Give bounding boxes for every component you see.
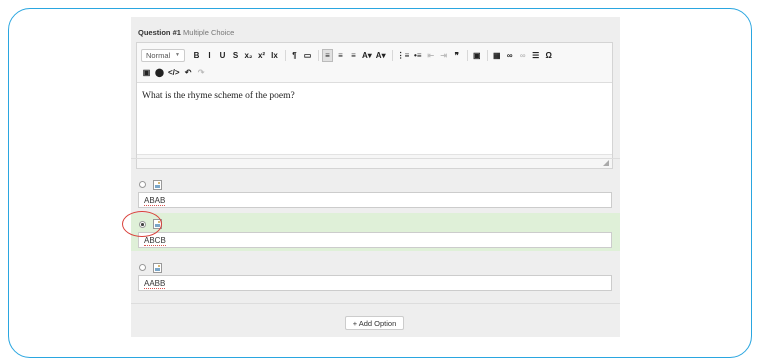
format-dropdown[interactable]: Normal ▼	[141, 48, 185, 62]
image-icon[interactable]	[153, 180, 162, 190]
toolbar-row-1: Normal ▼ B I U Sx₂ x² Ix ¶ ▭ ≡ ≡ ≡ A▾ A▾ ⋮≡ •≡ ⇤ ⇥ ❞ ▣ ▦ ∞ ∞ ☰…	[141, 48, 556, 62]
indent-button[interactable]: ⇥	[438, 49, 449, 62]
toolbar-separator	[318, 49, 319, 61]
text-color-button[interactable]: A▾	[361, 49, 373, 62]
subscript-button[interactable]: x₂	[243, 49, 254, 62]
superscript-button[interactable]: x²	[256, 49, 267, 62]
bullet-list-button[interactable]: •≡	[412, 49, 423, 62]
option-input[interactable]: AABB	[138, 275, 612, 291]
option-row-selected: ABCB	[131, 213, 620, 251]
horizontal-rule-button[interactable]: ☰	[530, 49, 541, 62]
image-button[interactable]: ▣	[471, 49, 482, 62]
link-button[interactable]: ∞	[504, 49, 515, 62]
divider	[131, 303, 620, 304]
align-right-button[interactable]: ≡	[348, 49, 359, 62]
blockquote-button[interactable]: ❞	[451, 49, 462, 62]
chevron-down-icon: ▼	[175, 52, 180, 58]
remove-format-button[interactable]: Ix	[269, 49, 280, 62]
editor-footer	[137, 154, 612, 168]
toolbar-separator	[467, 49, 469, 61]
align-left-button[interactable]: ≡	[322, 48, 333, 62]
paste-button[interactable]: ▭	[302, 49, 313, 62]
image-icon[interactable]	[153, 263, 162, 273]
question-type: Multiple Choice	[183, 28, 235, 37]
editor-toolbar: Normal ▼ B I U Sx₂ x² Ix ¶ ▭ ≡ ≡ ≡ A▾ A▾ ⋮≡ •≡ ⇤ ⇥ ❞ ▣ ▦ ∞ ∞ ☰…	[137, 43, 612, 83]
question-number: Question #1	[138, 28, 181, 37]
toolbar-separator	[391, 49, 393, 61]
align-center-button[interactable]: ≡	[335, 49, 346, 62]
option-radio[interactable]	[139, 181, 146, 188]
option-radio[interactable]	[139, 264, 146, 271]
divider	[131, 158, 620, 159]
redo-button[interactable]: ↷	[196, 66, 207, 79]
outdent-button[interactable]: ⇤	[425, 49, 436, 62]
bg-color-button[interactable]: A▾	[375, 49, 387, 62]
circle-button[interactable]: ⬤	[154, 66, 165, 79]
option-input[interactable]: ABAB	[138, 192, 612, 208]
option-input[interactable]: ABCB	[138, 232, 612, 248]
rich-text-editor: Normal ▼ B I U Sx₂ x² Ix ¶ ▭ ≡ ≡ ≡ A▾ A▾ ⋮≡ •≡ ⇤ ⇥ ❞ ▣ ▦ ∞ ∞ ☰…	[136, 42, 613, 169]
option-row: ABAB	[131, 177, 620, 213]
editor-content[interactable]: What is the rhyme scheme of the poem?	[142, 91, 295, 101]
source-button[interactable]: </>	[167, 66, 181, 79]
option-row: AABB	[131, 260, 620, 294]
underline-button[interactable]: U	[217, 49, 228, 62]
strikethrough-button[interactable]: S	[230, 49, 241, 62]
undo-button[interactable]: ↶	[183, 66, 194, 79]
unlink-button[interactable]: ∞	[517, 49, 528, 62]
add-option-button[interactable]: + Add Option	[345, 316, 404, 330]
table-button[interactable]: ▦	[491, 49, 502, 62]
toolbar-separator	[285, 49, 286, 61]
paragraph-format-button[interactable]: ¶	[289, 49, 300, 62]
bold-button[interactable]: B	[191, 49, 202, 62]
media-button[interactable]: ▣	[141, 66, 152, 79]
special-char-button[interactable]: Ω	[543, 49, 554, 62]
format-dropdown-value: Normal	[146, 50, 171, 60]
resize-handle-icon[interactable]	[603, 160, 609, 166]
question-header: Question #1 Multiple Choice	[138, 28, 234, 37]
numbered-list-button[interactable]: ⋮≡	[396, 49, 411, 62]
question-panel: Question #1 Multiple Choice Normal ▼ BIU…	[131, 17, 620, 337]
italic-button[interactable]: I	[204, 49, 215, 62]
highlight-ring	[122, 211, 162, 237]
toolbar-separator	[487, 49, 489, 61]
toolbar-row-2: ▣ ⬤ </> ↶ ↷	[141, 65, 209, 79]
